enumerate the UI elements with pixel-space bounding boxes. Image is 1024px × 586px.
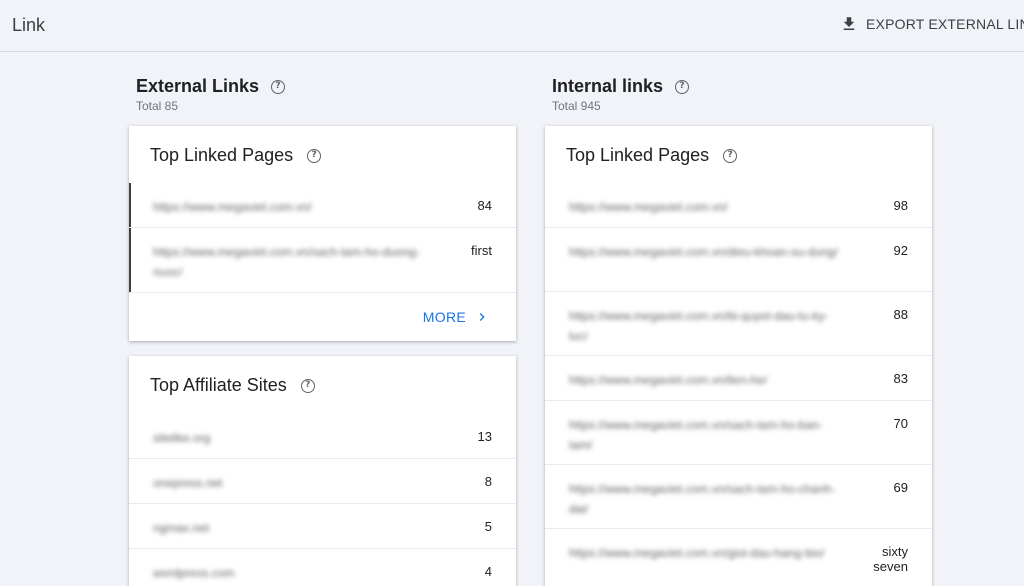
internal-links-title: Internal links <box>552 76 664 96</box>
table-row[interactable]: https://www.megaviet.com.vn/ 84 <box>129 183 516 228</box>
export-label: EXPORT EXTERNAL LINK <box>866 16 1024 32</box>
external-links-title: External Links <box>136 76 260 96</box>
help-icon[interactable]: ? <box>675 79 690 94</box>
internal-links-total: Total 945 <box>552 99 601 113</box>
help-icon[interactable]: ? <box>307 148 322 163</box>
table-row[interactable]: https://www.megaviet.com.vn/lien-he/ 83 <box>545 356 932 401</box>
help-icon[interactable]: ? <box>271 79 286 94</box>
internal-links-header: Internal links ? Total 945 <box>552 76 690 113</box>
link-url[interactable]: https://www.megaviet.com.vn/gioi-dau-han… <box>569 543 839 563</box>
card-title: Top Linked Pages <box>150 145 294 165</box>
link-url[interactable]: https://www.megaviet.com.vn/sach-tam-ho-… <box>569 479 839 519</box>
download-icon <box>843 17 855 30</box>
link-url[interactable]: https://www.megaviet.com.vn/ <box>569 197 839 217</box>
site-count: 5 <box>484 519 492 534</box>
table-row[interactable]: https://www.megaviet.com.vn/sach-tam-ho-… <box>545 465 932 529</box>
table-row[interactable]: onepress.net 8 <box>129 459 516 504</box>
site-count: 4 <box>484 564 492 579</box>
external-links-total: Total 85 <box>136 99 179 113</box>
link-count: 69 <box>893 480 908 495</box>
table-row[interactable]: wordpress.com 4 <box>129 549 516 586</box>
table-row[interactable]: https://www.megaviet.com.vn/ 98 <box>545 183 932 228</box>
link-count: 92 <box>893 243 908 258</box>
chevron-right-icon <box>479 313 485 321</box>
table-row[interactable]: ngmax.net 5 <box>129 504 516 549</box>
site-url[interactable]: onepress.net <box>153 473 423 493</box>
site-count: 8 <box>484 474 492 489</box>
internal-top-linked-pages-card: Top Linked Pages ? https://www.megaviet.… <box>545 126 932 586</box>
link-url[interactable]: https://www.megaviet.com.vn/lien-he/ <box>569 370 839 390</box>
link-count: first <box>471 243 492 258</box>
top-bar: Link EXPORT EXTERNAL LINK <box>0 0 1024 52</box>
external-links-header: External Links ? Total 85 <box>136 76 286 113</box>
link-count: sixty seven <box>873 544 908 574</box>
site-url[interactable]: ngmax.net <box>153 518 423 538</box>
link-url[interactable]: https://www.megaviet.com.vn/bi-quyet-dau… <box>569 306 839 346</box>
export-external-links-button[interactable]: EXPORT EXTERNAL LINK <box>840 15 1024 33</box>
link-count: 88 <box>893 307 908 322</box>
card-title: Top Linked Pages <box>566 145 710 165</box>
link-url[interactable]: https://www.megaviet.com.vn/ <box>153 197 423 217</box>
table-row[interactable]: https://www.megaviet.com.vn/sach-tam-ho-… <box>129 228 516 293</box>
help-icon[interactable]: ? <box>723 148 738 163</box>
table-row[interactable]: https://www.megaviet.com.vn/bi-quyet-dau… <box>545 292 932 356</box>
link-url[interactable]: https://www.megaviet.com.vn/dieu-khoan-s… <box>569 242 839 262</box>
site-url[interactable]: wordpress.com <box>153 563 423 583</box>
external-top-linked-pages-card: Top Linked Pages ? https://www.megaviet.… <box>129 126 516 341</box>
card-title: Top Affiliate Sites <box>150 375 287 395</box>
table-row[interactable]: sitelike.org 13 <box>129 414 516 459</box>
site-count: 13 <box>477 429 492 444</box>
top-affiliate-sites-card: Top Affiliate Sites ? sitelike.org 13 on… <box>129 356 516 586</box>
link-count: 98 <box>893 198 908 213</box>
more-button[interactable]: MORE <box>423 309 490 325</box>
link-url[interactable]: https://www.megaviet.com.vn/sach-tam-ho-… <box>569 415 839 455</box>
help-icon[interactable]: ? <box>300 378 315 393</box>
link-count: 70 <box>893 416 908 431</box>
link-url[interactable]: https://www.megaviet.com.vn/sach-tam-ho-… <box>153 242 423 282</box>
site-url[interactable]: sitelike.org <box>153 428 423 448</box>
link-count: 83 <box>893 371 908 386</box>
more-label: MORE <box>422 309 466 325</box>
table-row[interactable]: https://www.megaviet.com.vn/gioi-dau-han… <box>545 529 932 586</box>
table-row[interactable]: https://www.megaviet.com.vn/sach-tam-ho-… <box>545 401 932 465</box>
page-title: Link <box>12 15 46 35</box>
link-count: 84 <box>477 198 492 213</box>
table-row[interactable]: https://www.megaviet.com.vn/dieu-khoan-s… <box>545 228 932 292</box>
